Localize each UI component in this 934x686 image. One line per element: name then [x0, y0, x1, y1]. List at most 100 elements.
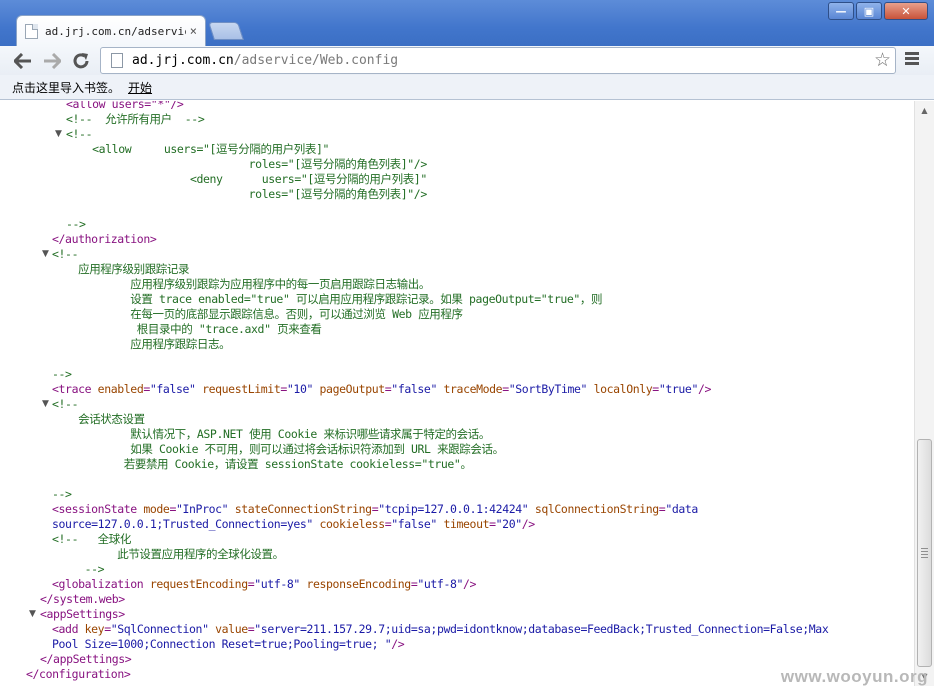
xml-attr-name: requestLimit	[195, 382, 281, 396]
xml-line: 此节设置应用程序的全球化设置。	[52, 547, 284, 562]
xml-line: </authorization>	[52, 232, 157, 247]
xml-line: roles="[逗号分隔的角色列表]"/>	[66, 157, 428, 172]
browser-tab[interactable]: ad.jrj.com.cn/adservice ×	[16, 15, 206, 46]
xml-comment: <!--	[66, 127, 93, 141]
xml-comment: -->	[66, 217, 86, 231]
xml-line: </system.web>	[40, 592, 125, 607]
xml-line: 应用程序级别跟踪记录	[52, 262, 189, 277]
xml-comment: 应用程序跟踪日志。	[52, 337, 231, 351]
xml-comment: 默认情况下，ASP.NET 使用 Cookie 来标识哪些请求属于特定的会话。	[52, 427, 490, 441]
xml-tag: />	[697, 382, 712, 396]
xml-comment: <!-- 允许所有用户 -->	[66, 112, 205, 126]
xml-line: 在每一页的底部显示跟踪信息。否则，可以通过浏览 Web 应用程序	[52, 307, 463, 322]
xml-comment: 此节设置应用程序的全球化设置。	[52, 547, 284, 561]
xml-attr-value: "server=211.157.29.7;uid=sa;pwd=idontkno…	[254, 622, 829, 636]
xml-tag: />	[463, 577, 477, 591]
xml-comment: <deny users="[逗号分隔的用户列表]"	[66, 172, 427, 186]
xml-attr-value: Pool Size=1000;Connection Reset=true;Poo…	[52, 637, 392, 651]
xml-line: <!--	[52, 247, 79, 262]
xml-tag: />	[391, 637, 405, 651]
url-text: ad.jrj.com.cn/adservice/Web.config	[132, 53, 398, 68]
xml-attr-value: source=127.0.0.1;Trusted_Connection=yes"	[52, 517, 313, 531]
collapse-toggle-icon[interactable]: ▼	[55, 129, 62, 139]
watermark: www.wooyun.org	[780, 667, 928, 686]
xml-line: -->	[52, 487, 72, 502]
xml-tag: />	[521, 517, 535, 531]
page-icon	[111, 53, 123, 68]
xml-comment: -->	[52, 367, 72, 381]
xml-line: -->	[52, 367, 72, 382]
xml-comment: roles="[逗号分隔的角色列表]"/>	[66, 157, 428, 171]
reload-icon	[73, 53, 89, 69]
xml-tag: </appSettings>	[40, 652, 132, 666]
close-window-button[interactable]: ✕	[884, 2, 928, 20]
collapse-toggle-icon[interactable]: ▼	[42, 249, 49, 259]
xml-comment: <!-- 全球化	[52, 532, 131, 546]
forward-arrow-icon	[44, 53, 61, 69]
xml-line: <appSettings>	[40, 607, 125, 622]
tab-title: ad.jrj.com.cn/adservice	[45, 24, 186, 38]
xml-tag: <add	[52, 622, 85, 636]
collapse-toggle-icon[interactable]: ▼	[42, 399, 49, 409]
minimize-button[interactable]: —	[828, 2, 854, 20]
xml-comment: 设置 trace enabled="true" 可以启用应用程序跟踪记录。如果 …	[52, 292, 603, 306]
forward-button[interactable]	[39, 48, 65, 74]
xml-line: source=127.0.0.1;Trusted_Connection=yes"…	[52, 517, 535, 532]
restore-button[interactable]: ▣	[856, 2, 882, 20]
xml-attr-name: timeout	[436, 517, 490, 531]
xml-attr-value: "data	[665, 502, 698, 516]
xml-line: <allow users="*"/>	[66, 101, 184, 112]
scroll-up-arrow-icon[interactable]: ▲	[918, 104, 931, 117]
xml-line: 应用程序跟踪日志。	[52, 337, 230, 352]
xml-line: 会话状态设置	[52, 412, 145, 427]
xml-line: <!--	[66, 127, 93, 142]
collapse-toggle-icon[interactable]: ▼	[29, 609, 36, 619]
xml-line: 设置 trace enabled="true" 可以启用应用程序跟踪记录。如果 …	[52, 292, 602, 307]
url-path: /adservice/Web.config	[233, 53, 399, 68]
address-bar[interactable]: ad.jrj.com.cn/adservice/Web.config ☆	[100, 47, 896, 74]
xml-comment: 应用程序级别跟踪记录	[52, 262, 190, 276]
xml-line: <trace enabled="false" requestLimit="10"…	[52, 382, 711, 397]
xml-attr-value: "false"	[391, 382, 437, 396]
vertical-scrollbar[interactable]: ▲ ▼	[914, 101, 934, 686]
xml-tag: <allow users="*"/>	[66, 101, 184, 111]
xml-tag: <sessionState	[52, 502, 144, 516]
new-tab-button[interactable]	[208, 22, 244, 40]
xml-line: -->	[66, 217, 86, 232]
bookmark-start-link[interactable]: 开始	[128, 79, 152, 96]
xml-line: 若要禁用 Cookie，请设置 sessionState cookieless=…	[52, 457, 472, 472]
reload-button[interactable]	[68, 48, 94, 74]
wrench-menu-icon[interactable]	[905, 52, 919, 67]
xml-comment: 在每一页的底部显示跟踪信息。否则，可以通过浏览 Web 应用程序	[52, 307, 463, 321]
xml-comment: 若要禁用 Cookie，请设置 sessionState cookieless=…	[52, 457, 472, 471]
xml-line: <!-- 全球化	[52, 532, 131, 547]
xml-attr-name: pageOutput	[313, 382, 386, 396]
xml-comment: -->	[52, 562, 105, 576]
back-button[interactable]	[10, 48, 36, 74]
bookmark-star-icon[interactable]: ☆	[874, 49, 891, 71]
xml-attr-value: "true"	[658, 382, 699, 396]
xml-tag: <globalization	[52, 577, 150, 591]
xml-line: roles="[逗号分隔的角色列表]"/>	[66, 187, 428, 202]
xml-tag: </system.web>	[40, 592, 125, 606]
xml-line: <allow users="[逗号分隔的用户列表]"	[66, 142, 329, 157]
xml-attr-value: "InProc"	[175, 502, 229, 516]
xml-attr-name: stateConnectionString	[228, 502, 372, 516]
xml-comment: -->	[52, 487, 72, 501]
xml-attr-value: "tcpip=127.0.0.1:42424"	[378, 502, 529, 516]
xml-attr-value: "false"	[391, 517, 437, 531]
url-host: ad.jrj.com.cn	[132, 53, 234, 68]
tab-close-icon[interactable]: ×	[190, 24, 197, 38]
xml-comment: roles="[逗号分隔的角色列表]"/>	[66, 187, 428, 201]
xml-attr-name: traceMode	[436, 382, 503, 396]
xml-attr-name: key	[84, 622, 105, 636]
window-controls: — ▣ ✕	[828, 2, 928, 20]
xml-attr-name: requestEncoding	[149, 577, 248, 591]
xml-tree-view: <allow users="*"/> <!-- 允许所有用户 --> ▼ <!-- <…	[0, 101, 914, 686]
xml-attr-name: responseEncoding	[299, 577, 411, 591]
xml-line: <sessionState mode="InProc" stateConnect…	[52, 502, 698, 517]
xml-comment: 会话状态设置	[52, 412, 145, 426]
xml-attr-name: sqlConnectionString	[528, 502, 659, 516]
scrollbar-grip	[921, 548, 928, 560]
scrollbar-thumb[interactable]	[917, 439, 932, 667]
